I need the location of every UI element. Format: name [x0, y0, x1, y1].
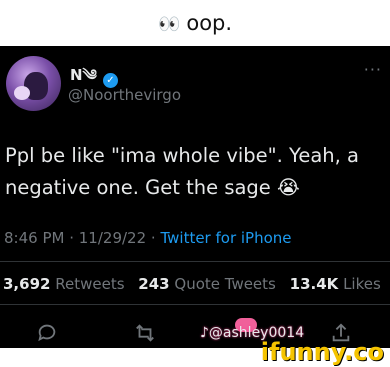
meta-separator: ·: [146, 229, 161, 247]
likes-count[interactable]: 13.4K: [290, 275, 339, 293]
eyes-emoji: 👀: [157, 14, 181, 35]
tweet-date[interactable]: 11/29/22: [79, 229, 146, 247]
likes-label[interactable]: Likes: [343, 275, 381, 293]
tweet-source[interactable]: Twitter for iPhone: [160, 229, 291, 247]
quotes-count[interactable]: 243: [138, 275, 169, 293]
caption-bar: 👀 oop.: [0, 0, 390, 46]
tweet-text: Ppl be like "ima whole vibe". Yeah, a ne…: [5, 144, 360, 199]
more-options-icon[interactable]: ···: [364, 60, 382, 79]
tweet-stats: 3,692 Retweets 243 Quote Tweets 13.4K Li…: [3, 275, 381, 293]
retweets-count[interactable]: 3,692: [3, 275, 50, 293]
divider: [0, 304, 390, 305]
retweets-label[interactable]: Retweets: [55, 275, 124, 293]
tweet-meta: 8:46 PM · 11/29/22 · Twitter for iPhone: [4, 229, 292, 247]
meta-separator: ·: [64, 229, 79, 247]
avatar-detail: [14, 86, 30, 100]
avatar[interactable]: [6, 56, 61, 111]
retweet-icon[interactable]: [133, 322, 157, 349]
user-handle[interactable]: @Noorthevirgo: [68, 86, 181, 104]
tweet-card: N༄ ✓ @Noorthevirgo ··· Ppl be like "ima …: [0, 46, 390, 367]
tweet-time[interactable]: 8:46 PM: [4, 229, 64, 247]
divider: [0, 261, 390, 262]
caption-text: oop.: [186, 11, 233, 35]
quotes-label[interactable]: Quote Tweets: [174, 275, 275, 293]
reply-icon[interactable]: [36, 322, 58, 349]
ifunny-watermark: ifunny.co: [260, 338, 384, 366]
